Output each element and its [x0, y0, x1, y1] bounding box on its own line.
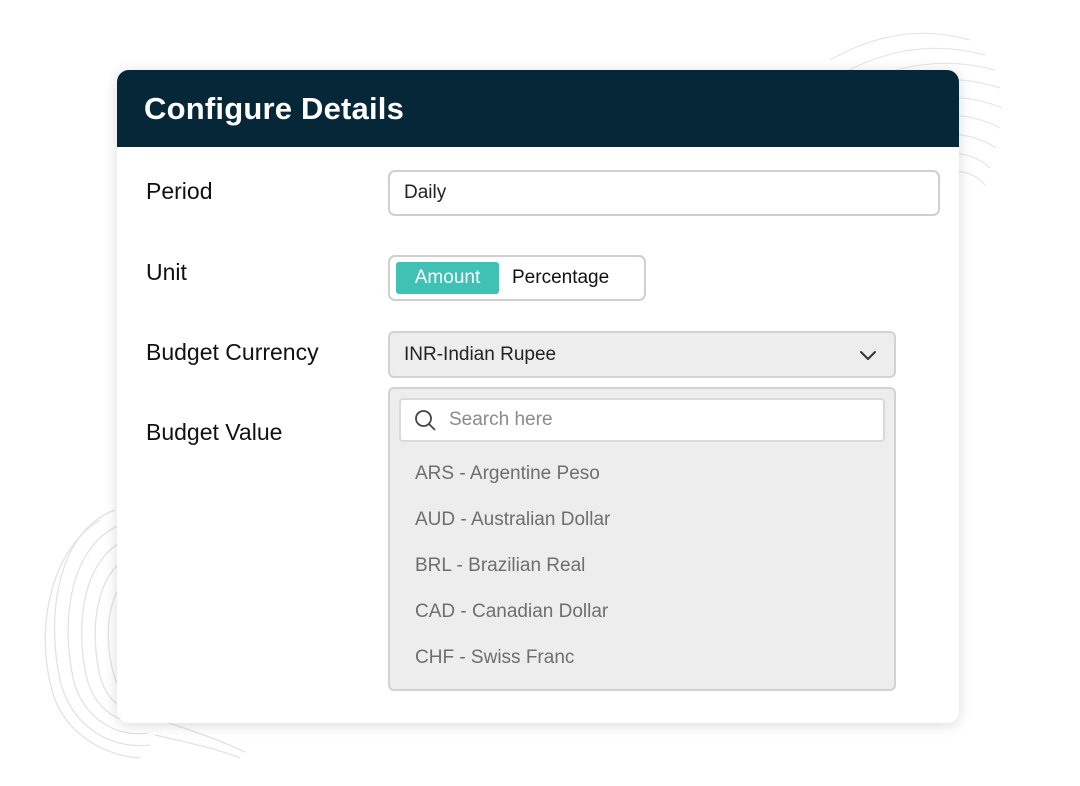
currency-option-brl[interactable]: BRL - Brazilian Real: [390, 543, 894, 589]
unit-label: Unit: [146, 259, 187, 285]
currency-options-list: ARS - Argentine Peso AUD - Australian Do…: [390, 451, 894, 681]
dialog-header: Configure Details: [117, 70, 959, 147]
currency-dropdown: ARS - Argentine Peso AUD - Australian Do…: [388, 387, 896, 691]
configure-details-dialog: Configure Details Period Daily Unit Amou…: [117, 70, 959, 723]
currency-search-box: [399, 398, 885, 442]
chevron-down-icon: [860, 351, 876, 360]
search-icon: [415, 410, 436, 431]
currency-option-aud[interactable]: AUD - Australian Dollar: [390, 497, 894, 543]
budget-currency-select[interactable]: INR-Indian Rupee: [388, 331, 896, 378]
budget-value-label: Budget Value: [146, 419, 283, 445]
currency-option-cad[interactable]: CAD - Canadian Dollar: [390, 589, 894, 635]
currency-option-ars[interactable]: ARS - Argentine Peso: [390, 451, 894, 497]
budget-currency-value: INR-Indian Rupee: [404, 343, 557, 365]
page: Configure Details Period Daily Unit Amou…: [0, 0, 1080, 786]
currency-option-chf[interactable]: CHF - Swiss Franc: [390, 635, 894, 681]
budget-currency-label: Budget Currency: [146, 339, 319, 365]
unit-option-percentage[interactable]: Percentage: [499, 262, 609, 294]
dialog-title: Configure Details: [144, 90, 405, 126]
unit-option-amount[interactable]: Amount: [396, 262, 499, 294]
period-field[interactable]: Daily: [388, 170, 940, 216]
unit-toggle: Amount Percentage: [388, 255, 646, 301]
period-label: Period: [146, 178, 213, 204]
period-value: Daily: [404, 182, 447, 203]
currency-search-input[interactable]: [447, 408, 851, 432]
